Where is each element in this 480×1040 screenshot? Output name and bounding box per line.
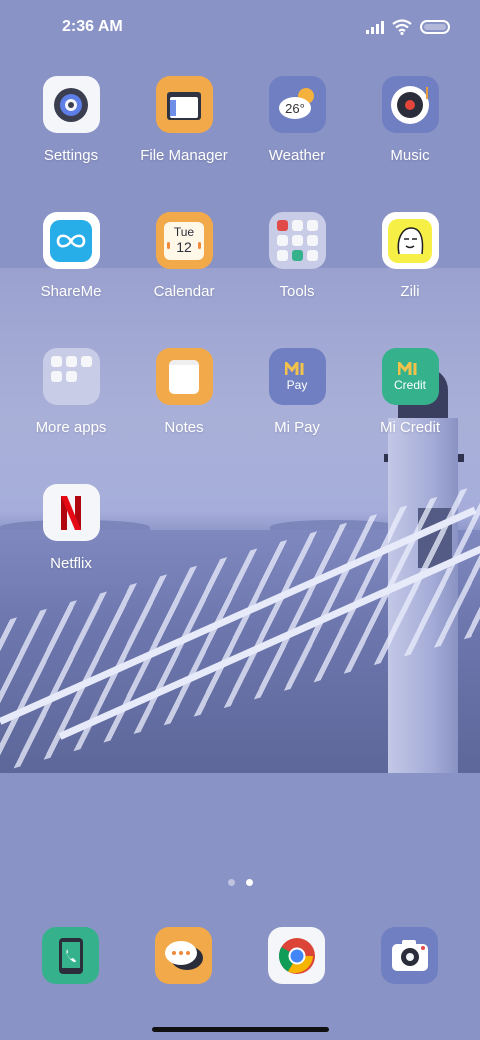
notes-icon [155, 348, 213, 405]
page-dot[interactable] [228, 879, 235, 886]
dock-camera[interactable] [381, 927, 438, 984]
app-netflix[interactable]: Netflix [11, 484, 131, 572]
app-label: Zili [400, 283, 420, 300]
shareme-icon [42, 212, 100, 269]
compass-mini-icon [306, 250, 318, 261]
more-apps-folder-icon [42, 348, 100, 405]
app-label: Mi Pay [274, 419, 320, 436]
app-label: Music [390, 147, 430, 164]
app-label: ShareMe [40, 283, 102, 300]
dock-messaging[interactable] [155, 927, 212, 984]
app-folder-tools[interactable]: Tools [237, 212, 357, 300]
recorder-mini-icon [276, 220, 288, 231]
app-folder-more-apps[interactable]: More apps [11, 348, 131, 436]
status-icons [366, 17, 450, 37]
tools-folder-icon [268, 212, 326, 269]
compass-mini-icon [276, 235, 288, 246]
app-label: Calendar [153, 283, 215, 300]
linkedin-mini-icon [50, 371, 62, 382]
screen-recorder-mini-icon [291, 235, 303, 246]
chrome-icon [278, 937, 315, 974]
app-mi-pay[interactable]: Pay Mi Pay [237, 348, 357, 436]
scanner-mini-icon [306, 235, 318, 246]
app-weather[interactable]: 26° Weather [237, 76, 357, 164]
clock-mini-icon [306, 220, 318, 231]
signal-icon [366, 20, 384, 34]
page-indicator[interactable] [228, 879, 253, 886]
weather-temperature: 26° [285, 101, 305, 116]
app-label: File Manager [140, 147, 228, 164]
app-mi-credit[interactable]: Credit Mi Credit [350, 348, 470, 436]
dock-phone[interactable] [42, 927, 99, 984]
folder-icon [155, 76, 213, 133]
status-time: 2:36 AM [62, 18, 123, 35]
app-label: Notes [164, 419, 204, 436]
calendar-day: Tue [173, 224, 195, 239]
scanner-mini-icon [276, 250, 288, 261]
mi-credit-icon-text: Credit [393, 377, 426, 392]
app-file-manager[interactable]: File Manager [124, 76, 244, 164]
wifi-icon [392, 19, 412, 35]
camera-icon [391, 939, 428, 971]
weather-icon: 26° [268, 76, 326, 133]
calculator-mini-icon [291, 220, 303, 231]
netflix-icon [42, 484, 100, 541]
music-icon [381, 76, 439, 133]
zili-icon [381, 212, 439, 269]
phone-icon [58, 937, 83, 974]
app-label: Netflix [50, 555, 92, 572]
app-label: Weather [268, 147, 326, 164]
page-dot-active[interactable] [246, 879, 253, 886]
app-settings[interactable]: Settings [11, 76, 131, 164]
app-label: Settings [43, 147, 99, 164]
battery-icon [420, 20, 450, 34]
app-label: More apps [35, 419, 107, 436]
home-indicator[interactable] [152, 1027, 329, 1032]
app-mini-icon [80, 356, 92, 367]
app-music[interactable]: Music [350, 76, 470, 164]
settings-icon [42, 76, 100, 133]
mi-credit-icon: Credit [381, 348, 439, 405]
mi-pay-icon-text: Pay [286, 377, 308, 392]
status-bar: 2:36 AM [0, 0, 480, 56]
messaging-icon [164, 940, 203, 970]
amazon-mini-icon [50, 356, 62, 367]
facebook-mini-icon [65, 356, 77, 367]
app-zili[interactable]: Zili [350, 212, 470, 300]
app-label: Mi Credit [379, 419, 440, 436]
mi-pay-icon: Pay [268, 348, 326, 405]
calendar-icon: Tue 12 [155, 212, 213, 269]
security-mini-icon [291, 250, 303, 261]
app-mini-icon [65, 371, 77, 382]
app-shareme[interactable]: ShareMe [11, 212, 131, 300]
app-notes[interactable]: Notes [124, 348, 244, 436]
app-calendar[interactable]: Tue 12 Calendar [124, 212, 244, 300]
app-label: Tools [279, 283, 315, 300]
dock-chrome[interactable] [268, 927, 325, 984]
